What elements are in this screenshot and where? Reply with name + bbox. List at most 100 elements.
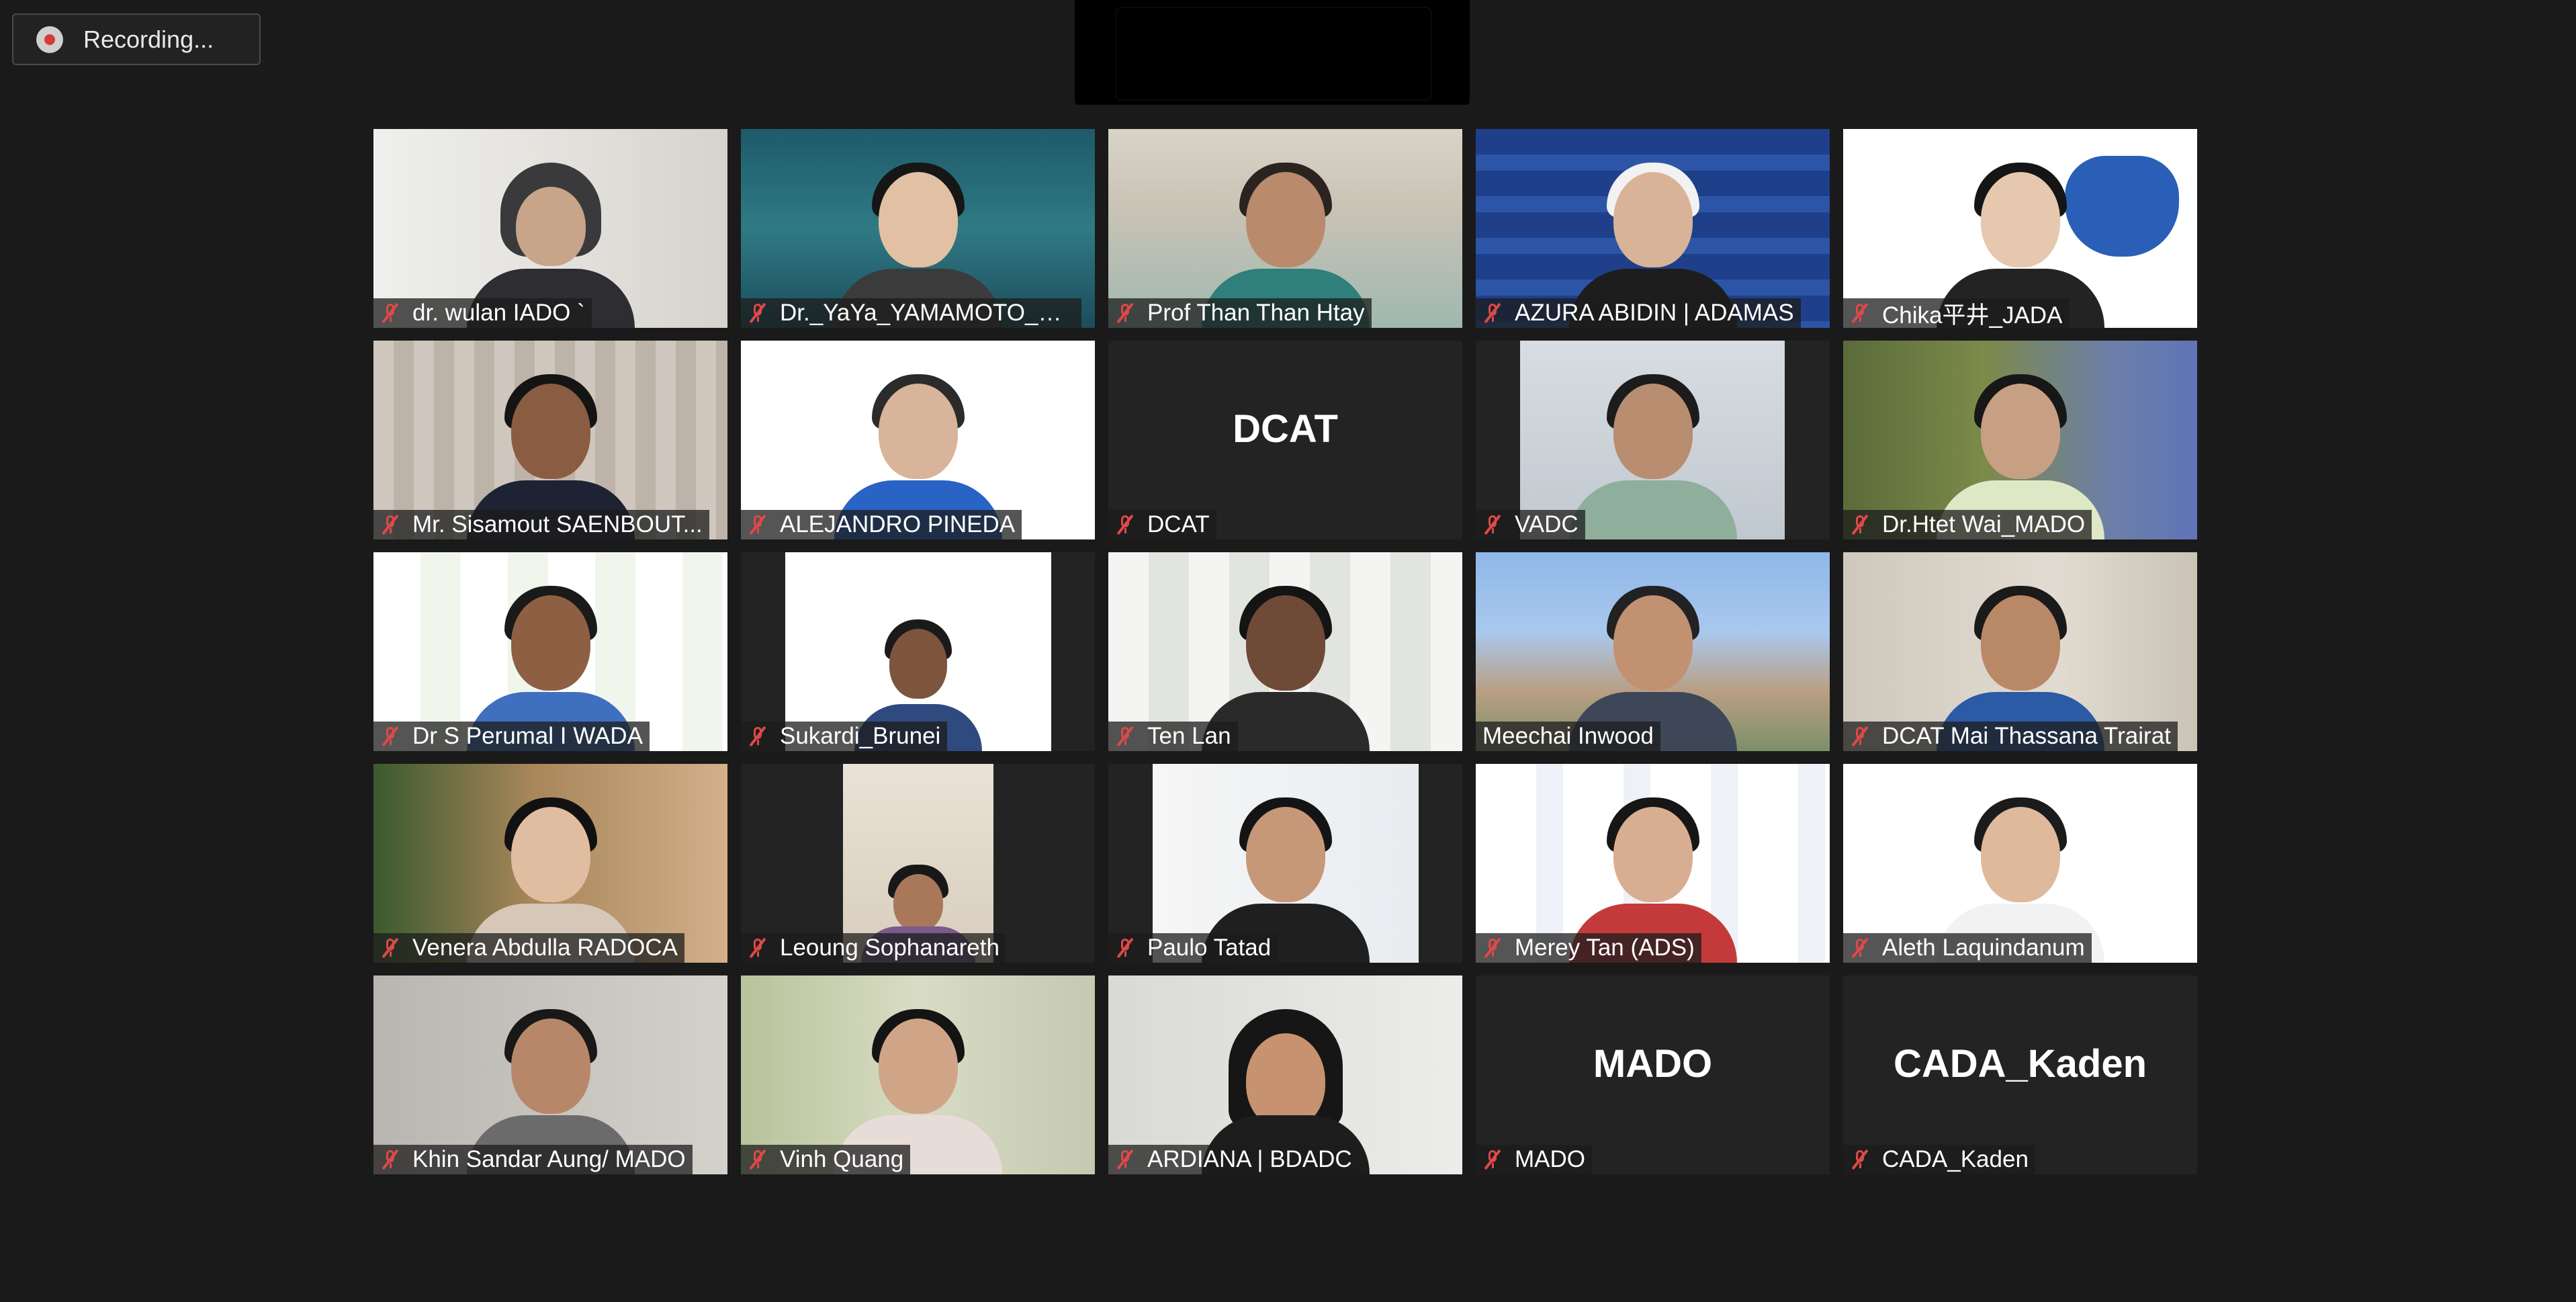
mic-muted-icon (380, 726, 400, 747)
mic-muted-icon (380, 302, 400, 324)
participant-name: ALEJANDRO PINEDA (780, 511, 1016, 537)
participant-name-tag: ALEJANDRO PINEDA (741, 510, 1022, 539)
mic-muted-icon (748, 1149, 768, 1170)
participant-tile[interactable]: Khin Sandar Aung/ MADO (373, 975, 727, 1174)
mic-muted-icon (380, 514, 400, 535)
participant-name: Dr._YaYa_YAMAMOTO_W... (780, 300, 1075, 326)
shared-content-bar (1075, 0, 1470, 105)
mic-muted-icon (748, 302, 768, 324)
participant-tile[interactable]: CADA_Kaden CADA_Kaden (1843, 975, 2197, 1174)
participant-name-tag: Meechai Inwood (1476, 722, 1660, 751)
participant-tile[interactable]: Leoung Sophanareth (741, 764, 1095, 963)
participant-name: Chika平井_JADA (1882, 302, 2063, 329)
mic-muted-icon (1115, 937, 1135, 959)
participant-name: DCAT (1147, 511, 1210, 537)
participant-name-tag: CADA_Kaden (1843, 1145, 2035, 1174)
mic-muted-icon (1115, 514, 1135, 535)
participant-tile[interactable]: AZURA ABIDIN | ADAMAS (1476, 129, 1830, 328)
participant-tile[interactable]: Dr._YaYa_YAMAMOTO_W... (741, 129, 1095, 328)
participant-name-tag: dr. wulan IADO ` (373, 298, 592, 328)
participant-name-tag: Paulo Tatad (1108, 933, 1278, 963)
mic-muted-icon (1850, 937, 1870, 959)
participant-tile[interactable]: MADO MADO (1476, 975, 1830, 1174)
mic-muted-icon (1850, 1149, 1870, 1170)
participant-tile[interactable]: Paulo Tatad (1108, 764, 1462, 963)
participant-name: Sukardi_Brunei (780, 723, 941, 749)
participant-tile[interactable]: Dr S Perumal I WADA (373, 552, 727, 751)
participant-name: Dr S Perumal I WADA (412, 723, 643, 749)
mic-muted-icon (1482, 1149, 1503, 1170)
mic-muted-icon (748, 514, 768, 535)
gallery-grid: dr. wulan IADO ` Dr._YaYa_YAMAMOTO_W... … (373, 129, 2198, 1174)
participant-name: Meechai Inwood (1482, 723, 1654, 749)
participant-name: DCAT Mai Thassana Trairat (1882, 723, 2171, 749)
participant-name-tag: Merey Tan (ADS) (1476, 933, 1701, 963)
participant-tile[interactable]: Aleth Laquindanum (1843, 764, 2197, 963)
participant-avatar-name: DCAT (1233, 406, 1338, 451)
participant-tile[interactable]: DCAT Mai Thassana Trairat (1843, 552, 2197, 751)
mic-muted-icon (1850, 726, 1870, 747)
participant-name-tag: Ten Lan (1108, 722, 1238, 751)
mic-muted-icon (748, 726, 768, 747)
participant-name-tag: Dr S Perumal I WADA (373, 722, 650, 751)
participant-name: Mr. Sisamout SAENBOUT... (412, 511, 703, 537)
mic-muted-icon (1482, 937, 1503, 959)
participant-tile[interactable]: Merey Tan (ADS) (1476, 764, 1830, 963)
participant-name: Paulo Tatad (1147, 935, 1272, 961)
participant-tile[interactable]: Vinh Quang (741, 975, 1095, 1174)
participant-name-tag: Aleth Laquindanum (1843, 933, 2092, 963)
participant-name-tag: VADC (1476, 510, 1585, 539)
participant-tile[interactable]: ARDIANA | BDADC (1108, 975, 1462, 1174)
participant-name-tag: Dr.Htet Wai_MADO (1843, 510, 2092, 539)
participant-tile[interactable]: Ten Lan (1108, 552, 1462, 751)
participant-tile[interactable]: Sukardi_Brunei (741, 552, 1095, 751)
mic-muted-icon (1115, 302, 1135, 324)
participant-name: Vinh Quang (780, 1146, 904, 1172)
participant-tile[interactable]: Mr. Sisamout SAENBOUT... (373, 341, 727, 539)
participant-tile[interactable]: Prof Than Than Htay (1108, 129, 1462, 328)
participant-name: MADO (1515, 1146, 1585, 1172)
participant-name: Khin Sandar Aung/ MADO (412, 1146, 686, 1172)
participant-avatar-name: MADO (1593, 1041, 1713, 1086)
mic-muted-icon (1482, 302, 1503, 324)
participant-video (1566, 372, 1740, 539)
mic-muted-icon (1115, 1149, 1135, 1170)
mic-muted-icon (1850, 514, 1870, 535)
participant-name-tag: Sukardi_Brunei (741, 722, 948, 751)
participant-name: ARDIANA | BDADC (1147, 1146, 1352, 1172)
participant-name: Dr.Htet Wai_MADO (1882, 511, 2086, 537)
participant-name-tag: Leoung Sophanareth (741, 933, 1006, 963)
participant-name-tag: Prof Than Than Htay (1108, 298, 1372, 328)
mic-muted-icon (380, 937, 400, 959)
recording-label: Recording... (83, 25, 214, 53)
participant-name: Aleth Laquindanum (1882, 935, 2085, 961)
mic-muted-icon (1115, 726, 1135, 747)
mic-muted-icon (380, 1149, 400, 1170)
mic-muted-icon (1482, 514, 1503, 535)
participant-name: Leoung Sophanareth (780, 935, 1000, 961)
participant-name-tag: Mr. Sisamout SAENBOUT... (373, 510, 709, 539)
participant-name-tag: MADO (1476, 1145, 1592, 1174)
participant-tile[interactable]: Chika平井_JADA (1843, 129, 2197, 328)
participant-name-tag: ARDIANA | BDADC (1108, 1145, 1359, 1174)
participant-name-tag: Venera Abdulla RADOCA (373, 933, 684, 963)
participant-tile[interactable]: DCAT DCAT (1108, 341, 1462, 539)
participant-tile[interactable]: Meechai Inwood (1476, 552, 1830, 751)
participant-avatar-name: CADA_Kaden (1893, 1041, 2147, 1086)
mic-muted-icon (1850, 302, 1870, 324)
participant-name: AZURA ABIDIN | ADAMAS (1515, 300, 1794, 326)
recording-indicator[interactable]: Recording... (12, 13, 261, 65)
participant-tile[interactable]: ALEJANDRO PINEDA (741, 341, 1095, 539)
participant-tile[interactable]: VADC (1476, 341, 1830, 539)
participant-tile[interactable]: dr. wulan IADO ` (373, 129, 727, 328)
participant-name-tag: Chika平井_JADA (1843, 298, 2070, 329)
participant-name: VADC (1515, 511, 1579, 537)
participant-tile[interactable]: Dr.Htet Wai_MADO (1843, 341, 2197, 539)
participant-name-tag: Dr._YaYa_YAMAMOTO_W... (741, 298, 1081, 328)
participant-name: Merey Tan (ADS) (1515, 935, 1695, 961)
participant-name: CADA_Kaden (1882, 1146, 2029, 1172)
participant-name-tag: Khin Sandar Aung/ MADO (373, 1145, 693, 1174)
participant-tile[interactable]: Venera Abdulla RADOCA (373, 764, 727, 963)
participant-name-tag: Vinh Quang (741, 1145, 911, 1174)
participant-name: dr. wulan IADO ` (412, 300, 585, 326)
